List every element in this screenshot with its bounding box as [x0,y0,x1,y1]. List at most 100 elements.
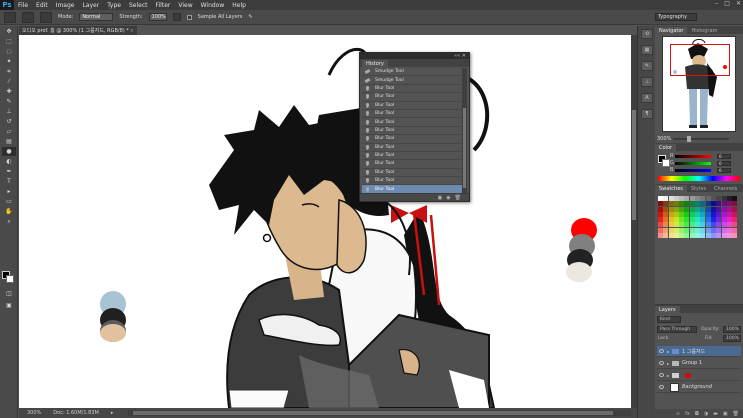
history-item[interactable]: Blur Tool [362,144,462,152]
swatch[interactable] [658,196,663,201]
swatch[interactable] [732,227,738,233]
swatch[interactable] [668,217,674,223]
swatch[interactable] [668,196,674,201]
swatch[interactable] [721,196,727,201]
swatch[interactable] [663,206,669,212]
layer-row[interactable]: ▸ Group 1 [657,358,741,369]
dock-properties-icon[interactable]: ▦ [641,45,653,55]
swatch[interactable] [710,211,716,217]
navigator-slider-knob[interactable] [687,136,691,142]
swatch[interactable] [668,227,674,233]
swatch[interactable] [673,227,679,233]
swatch[interactable] [658,211,663,217]
swatch[interactable] [684,233,690,239]
swatch[interactable] [679,211,685,217]
swatch[interactable] [668,233,674,239]
swatch[interactable] [689,217,695,223]
swatch[interactable] [663,201,669,207]
visibility-eye-icon[interactable] [659,361,664,365]
swatch[interactable] [721,222,727,228]
opacity-field[interactable]: 100% [723,326,741,333]
swatch[interactable] [700,222,706,228]
menu-window[interactable]: Window [197,2,229,9]
sample-all-layers-checkbox[interactable] [186,14,192,20]
expand-arrow-icon[interactable]: ▸ [667,373,669,378]
horizontal-scroll-thumb[interactable] [133,411,613,415]
swatch[interactable] [684,196,690,201]
history-item[interactable]: Blur Tool [362,127,462,136]
swatch[interactable] [695,196,701,201]
strength-field[interactable]: 100% [148,13,167,21]
r-slider[interactable] [675,155,711,158]
swatch[interactable] [668,206,674,212]
document-tab[interactable]: 오디오 prof. 홈 @ 300% (1 그룹자드, RGB/8) * × [19,26,137,35]
swatch[interactable] [705,201,711,207]
swatch[interactable] [716,211,722,217]
color-panel-background[interactable] [662,159,670,167]
history-scroll-thumb[interactable] [463,108,466,188]
menu-filter[interactable]: Filter [152,2,175,9]
brush-tool-icon[interactable]: ✎ [2,97,16,106]
swatch[interactable] [679,222,685,228]
type-tool-icon[interactable]: T [2,177,16,186]
swatch[interactable] [673,201,679,207]
swatch[interactable] [716,222,722,228]
dock-paragraph-icon[interactable]: ¶ [641,109,653,119]
swatch[interactable] [679,217,685,223]
marquee-tool-icon[interactable]: ⬚ [2,37,16,46]
menu-select[interactable]: Select [125,2,152,9]
swatch[interactable] [673,217,679,223]
dodge-tool-icon[interactable]: ◐ [2,157,16,166]
tab-channels[interactable]: Channels [710,185,741,192]
fill-field[interactable]: 100% [723,335,741,342]
brush-preset-picker[interactable] [22,11,34,23]
path-select-tool-icon[interactable]: ▸ [2,187,16,196]
swatch[interactable] [679,201,685,207]
menu-layer[interactable]: Layer [78,2,103,9]
swatch[interactable] [705,211,711,217]
layer-kind-filter[interactable]: Kind [657,316,681,323]
swatch[interactable] [668,222,674,228]
canvas[interactable] [19,35,631,408]
swatch[interactable] [716,217,722,223]
quick-mask-icon[interactable]: ◫ [2,289,16,298]
g-value[interactable]: 0 [717,161,731,166]
swatch[interactable] [663,227,669,233]
swatch[interactable] [695,233,701,239]
dock-clone-icon[interactable]: ⊥ [641,77,653,87]
history-scrollbar[interactable] [462,68,467,194]
dock-character-icon[interactable]: A [641,93,653,103]
swatch[interactable] [710,222,716,228]
swatch[interactable] [716,233,722,239]
swatch[interactable] [689,201,695,207]
swatch[interactable] [700,233,706,239]
swatch[interactable] [721,227,727,233]
swatch[interactable] [679,227,685,233]
history-item[interactable]: Blur Tool [362,169,462,178]
layer-row[interactable]: ▸ 1 그룹자드 [657,346,741,357]
history-item[interactable]: Blur Tool [362,93,462,102]
tab-histogram[interactable]: Histogram [687,27,721,34]
swatch[interactable] [658,201,663,207]
clone-stamp-tool-icon[interactable]: ⊥ [2,107,16,116]
pen-tool-icon[interactable]: ✒ [2,167,16,176]
history-titlebar[interactable]: «« ✕ [360,53,469,59]
swatch[interactable] [695,217,701,223]
zoom-level[interactable]: 300% [27,410,41,416]
navigator-view-box[interactable] [670,44,730,76]
swatch[interactable] [689,233,695,239]
navigator-zoom-slider[interactable] [673,136,729,142]
hand-tool-icon[interactable]: ✋ [2,207,16,216]
swatch[interactable] [663,196,669,201]
swatch[interactable] [684,206,690,212]
swatch[interactable] [732,233,738,239]
swatch[interactable] [689,227,695,233]
swatch[interactable] [658,217,663,223]
swatch[interactable] [705,196,711,201]
swatch[interactable] [710,196,716,201]
g-slider[interactable] [675,162,711,165]
navigator-preview[interactable] [662,36,736,132]
swatch[interactable] [663,233,669,239]
blur-tool-icon[interactable]: ● [2,147,16,156]
swatch[interactable] [663,217,669,223]
